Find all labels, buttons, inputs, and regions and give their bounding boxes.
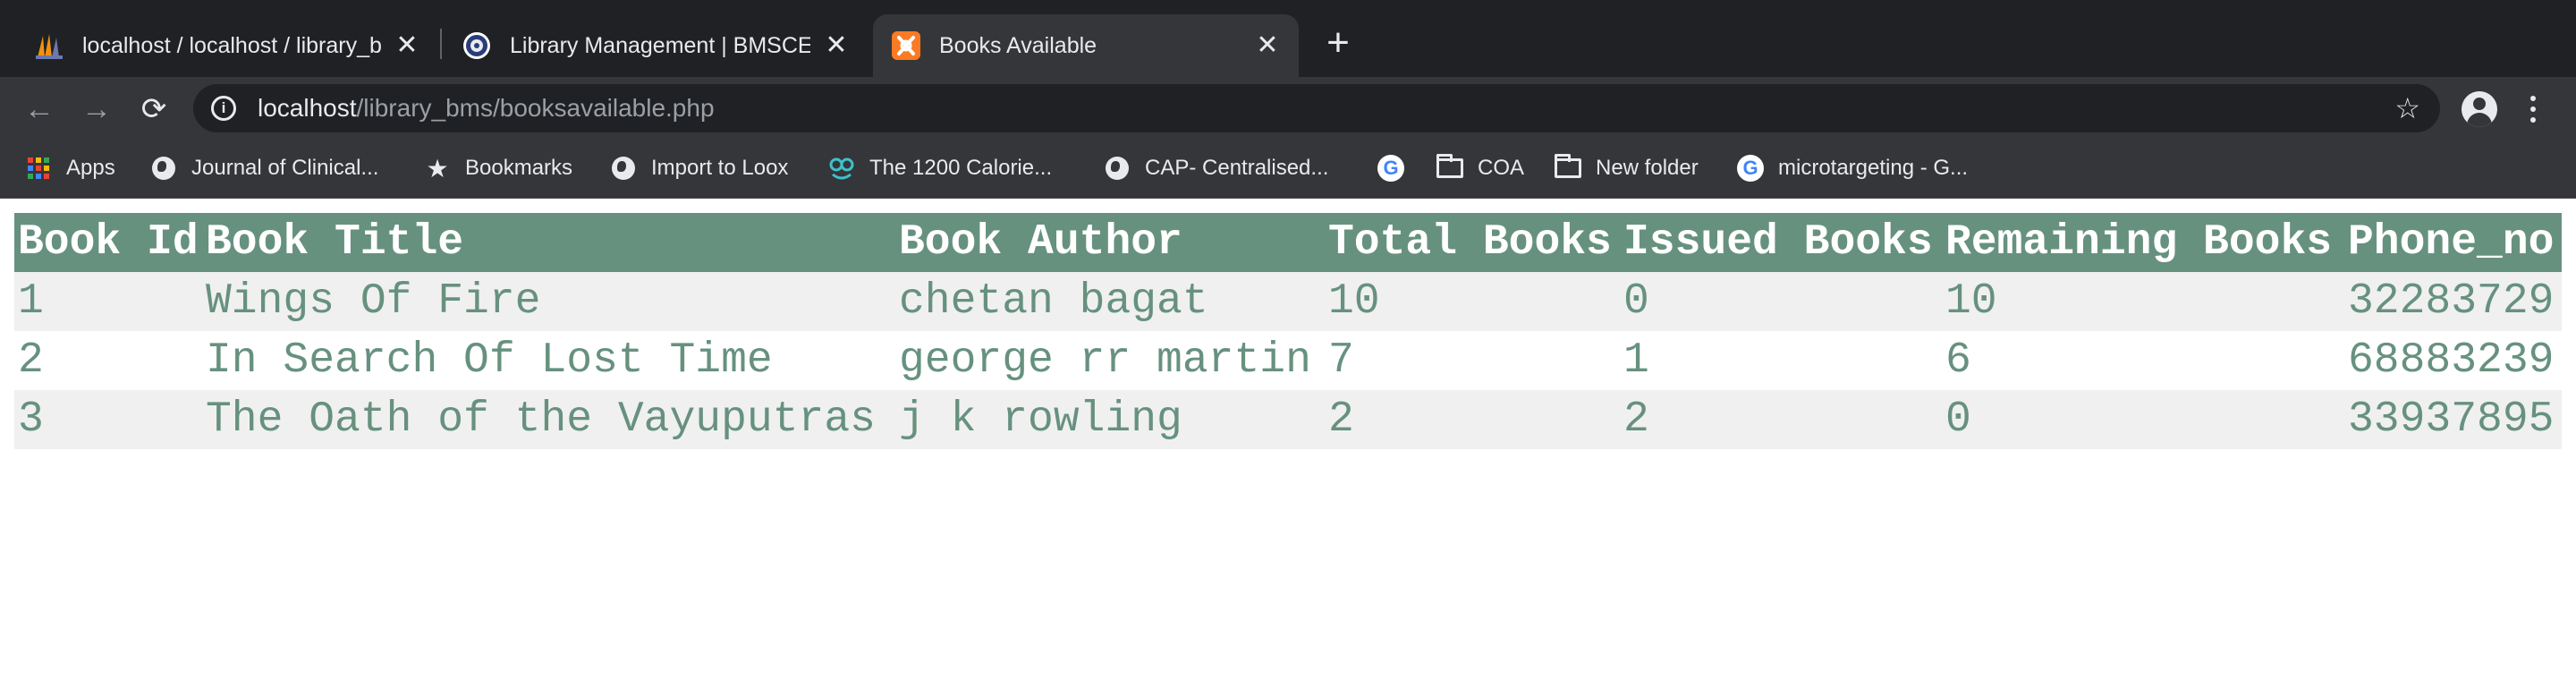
bookmark-apps[interactable]: Apps bbox=[25, 152, 115, 184]
info-icon[interactable]: i bbox=[211, 96, 236, 121]
back-arrow-icon[interactable]: ← bbox=[21, 91, 57, 127]
column-header: Book Id bbox=[14, 213, 202, 272]
table-cell: 7 bbox=[1325, 331, 1620, 390]
bookmarks-bar: Apps Journal of Clinical... ★ Bookmarks … bbox=[0, 140, 2576, 199]
table-cell: 10 bbox=[1325, 272, 1620, 331]
column-header: Total Books bbox=[1325, 213, 1620, 272]
column-header: Book Author bbox=[895, 213, 1325, 272]
bookmark-1200-calorie[interactable]: The 1200 Calorie... bbox=[828, 152, 1052, 184]
table-cell: 32283729 bbox=[2344, 272, 2562, 331]
calorie-site-icon bbox=[828, 155, 855, 182]
tab-title: Library Management | BMSCE bbox=[510, 32, 810, 58]
table-cell: The Oath of the Vayuputras bbox=[202, 390, 895, 449]
table-cell: 0 bbox=[1942, 390, 2344, 449]
bookmark-folder-coa[interactable]: COA bbox=[1436, 152, 1524, 184]
bookmark-bookmarks[interactable]: ★ Bookmarks bbox=[424, 152, 572, 184]
globe-icon bbox=[1104, 155, 1131, 182]
tab-title: localhost / localhost / library_b bbox=[82, 32, 381, 58]
browser-tab-strip: localhost / localhost / library_b ✕ Libr… bbox=[0, 0, 2576, 77]
column-header: Book Title bbox=[202, 213, 895, 272]
table-cell: 33937895 bbox=[2344, 390, 2562, 449]
phpmyadmin-icon bbox=[34, 30, 64, 61]
bookmark-label: New folder bbox=[1596, 156, 1699, 180]
column-header: Phone_no bbox=[2344, 213, 2562, 272]
xampp-icon bbox=[891, 30, 921, 61]
bookmark-journal-of-clinical[interactable]: Journal of Clinical... bbox=[150, 152, 378, 184]
folder-icon bbox=[1555, 154, 1581, 182]
tab-phpmyadmin[interactable]: localhost / localhost / library_b ✕ bbox=[0, 14, 438, 77]
bookmark-import-to-loox[interactable]: Import to Loox bbox=[610, 152, 788, 184]
bookmark-label: The 1200 Calorie... bbox=[869, 156, 1053, 180]
more-menu-icon[interactable] bbox=[2524, 89, 2542, 129]
table-row: 2 In Search Of Lost Time george rr marti… bbox=[14, 331, 2562, 390]
tab-books-available[interactable]: Books Available ✕ bbox=[873, 14, 1299, 77]
column-header: Issued Books bbox=[1620, 213, 1942, 272]
table-row: 3 The Oath of the Vayuputras j k rowling… bbox=[14, 390, 2562, 449]
google-icon: G bbox=[1737, 155, 1764, 182]
globe-icon bbox=[610, 155, 637, 182]
table-cell: chetan bagat bbox=[895, 272, 1325, 331]
url-host: localhost bbox=[258, 94, 357, 122]
close-icon[interactable]: ✕ bbox=[1252, 30, 1283, 61]
table-row: 1 Wings Of Fire chetan bagat 10 0 10 322… bbox=[14, 272, 2562, 331]
table-cell: 0 bbox=[1620, 272, 1942, 331]
table-cell: 6 bbox=[1942, 331, 2344, 390]
table-cell: 1 bbox=[14, 272, 202, 331]
bookmark-label: Apps bbox=[66, 156, 115, 180]
bookmark-label: microtargeting - G... bbox=[1778, 156, 1969, 180]
page-content: Book Id Book Title Book Author Total Boo… bbox=[0, 199, 2576, 689]
profile-avatar-icon[interactable] bbox=[2462, 91, 2497, 127]
table-cell: 2 bbox=[1620, 390, 1942, 449]
folder-icon bbox=[1436, 154, 1463, 182]
table-cell: george rr martin bbox=[895, 331, 1325, 390]
table-cell: 3 bbox=[14, 390, 202, 449]
close-icon[interactable]: ✕ bbox=[392, 30, 422, 61]
bmsce-logo-icon bbox=[462, 30, 492, 61]
bookmark-label: Import to Loox bbox=[651, 156, 789, 180]
reload-icon[interactable]: ⟳ bbox=[136, 91, 172, 127]
bookmark-star-icon[interactable]: ☆ bbox=[2394, 93, 2420, 123]
bookmark-cap-centralised[interactable]: CAP- Centralised... bbox=[1104, 152, 1328, 184]
tab-library-management[interactable]: Library Management | BMSCE ✕ bbox=[428, 14, 868, 77]
bookmark-label: Bookmarks bbox=[465, 156, 573, 180]
table-cell: 10 bbox=[1942, 272, 2344, 331]
books-table: Book Id Book Title Book Author Total Boo… bbox=[14, 213, 2562, 449]
table-cell: In Search Of Lost Time bbox=[202, 331, 895, 390]
table-cell: 2 bbox=[1325, 390, 1620, 449]
close-icon[interactable]: ✕ bbox=[821, 30, 852, 61]
bookmark-microtargeting[interactable]: G microtargeting - G... bbox=[1737, 152, 1968, 184]
bookmark-folder-new-folder[interactable]: New folder bbox=[1555, 152, 1699, 184]
apps-grid-icon bbox=[25, 155, 52, 182]
address-url[interactable]: localhost/library_bms/booksavailable.php bbox=[258, 94, 715, 123]
bookmark-google[interactable]: G bbox=[1377, 152, 1419, 184]
table-header-row: Book Id Book Title Book Author Total Boo… bbox=[14, 213, 2562, 272]
table-cell: 2 bbox=[14, 331, 202, 390]
browser-toolbar: ← → ⟳ i localhost/library_bms/booksavail… bbox=[0, 77, 2576, 140]
bookmark-label: Journal of Clinical... bbox=[191, 156, 379, 180]
globe-icon bbox=[150, 155, 177, 182]
google-icon: G bbox=[1377, 155, 1404, 182]
table-cell: Wings Of Fire bbox=[202, 272, 895, 331]
column-header: Remaining Books bbox=[1942, 213, 2344, 272]
url-path: /library_bms/booksavailable.php bbox=[356, 94, 715, 122]
bookmark-label: COA bbox=[1478, 156, 1525, 180]
table-cell: j k rowling bbox=[895, 390, 1325, 449]
new-tab-button[interactable]: + bbox=[1318, 23, 1358, 64]
table-cell: 1 bbox=[1620, 331, 1942, 390]
star-icon: ★ bbox=[426, 154, 449, 183]
forward-arrow-icon[interactable]: → bbox=[79, 91, 114, 127]
bookmark-label: CAP- Centralised... bbox=[1145, 156, 1329, 180]
address-bar[interactable]: i localhost/library_bms/booksavailable.p… bbox=[193, 84, 2440, 132]
table-cell: 68883239 bbox=[2344, 331, 2562, 390]
tab-title: Books Available bbox=[939, 32, 1097, 58]
